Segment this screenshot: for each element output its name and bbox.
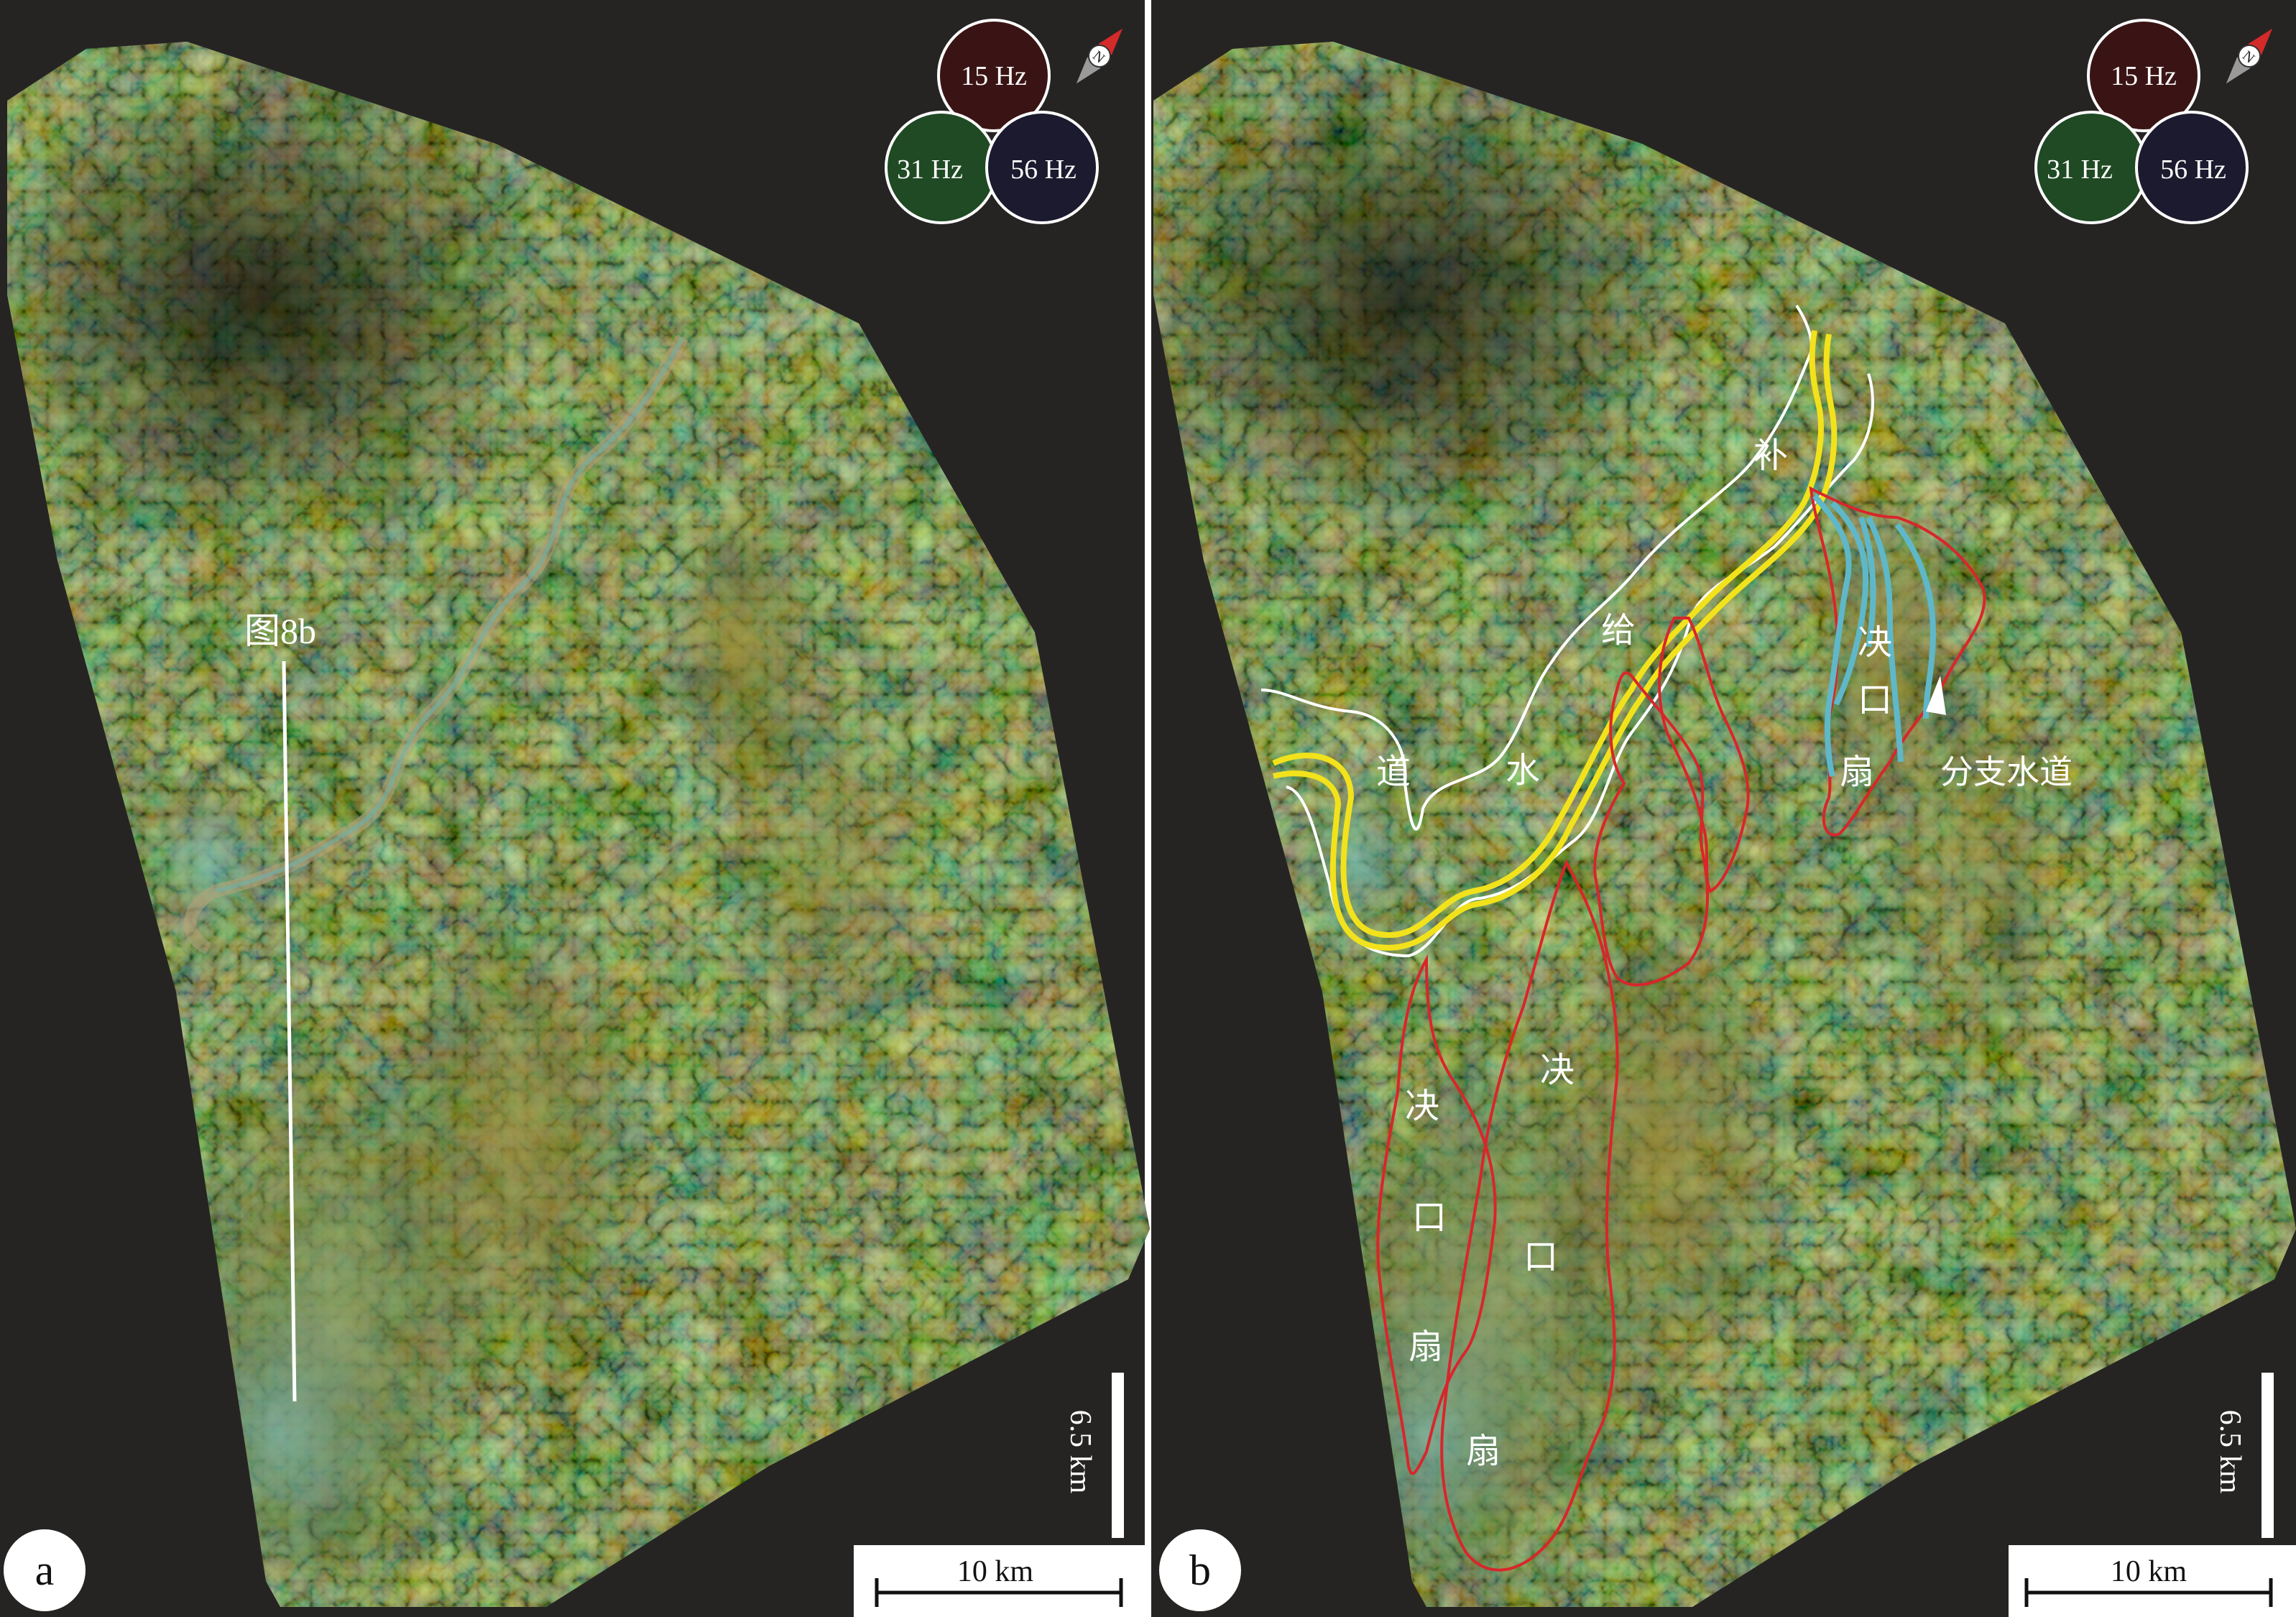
svg-text:决: 决 [1540, 1051, 1575, 1089]
horizontal-scale-label: 10 km [2111, 1555, 2187, 1588]
legend-red-label: 15 Hz [2111, 61, 2177, 91]
svg-text:扇: 扇 [1466, 1432, 1500, 1470]
legend-red-label: 15 Hz [961, 61, 1027, 91]
svg-text:扇: 扇 [1840, 753, 1874, 791]
svg-text:扇: 扇 [1409, 1328, 1443, 1366]
distributary-channel-label: 分支水道 [1940, 754, 2073, 791]
panel-label: b [1189, 1547, 1211, 1594]
vertical-scale-bar [2262, 1373, 2274, 1538]
horizontal-scale-label: 10 km [957, 1555, 1034, 1588]
svg-text:决: 决 [1858, 624, 1892, 662]
panel-divider [1145, 0, 1151, 1617]
vertical-scale-bar [1112, 1373, 1124, 1538]
legend-green-label: 31 Hz [897, 155, 963, 185]
panel-label: a [35, 1547, 55, 1594]
supply-channel-char-3: 给 [1601, 612, 1636, 650]
supply-channel-char-2: 水 [1506, 752, 1540, 790]
vertical-scale-label: 6.5 km [1064, 1410, 1097, 1494]
svg-text:口: 口 [1412, 1199, 1447, 1237]
svg-text:口: 口 [1858, 681, 1892, 719]
supply-channel-char-4: 补 [1753, 437, 1788, 475]
svg-text:口: 口 [1523, 1238, 1558, 1276]
section-line-label: 图8b [244, 611, 316, 651]
legend-green-label: 31 Hz [2047, 155, 2113, 185]
supply-channel-char-1: 道 [1376, 753, 1411, 791]
legend-blue-label: 56 Hz [2160, 155, 2226, 185]
svg-text:决: 决 [1405, 1087, 1439, 1125]
vertical-scale-label: 6.5 km [2213, 1410, 2246, 1494]
figure: 图8b 15 Hz 31 Hz 56 Hz N 6.5 km 10 km a 道… [0, 0, 2296, 1617]
legend-blue-label: 56 Hz [1010, 155, 1076, 185]
